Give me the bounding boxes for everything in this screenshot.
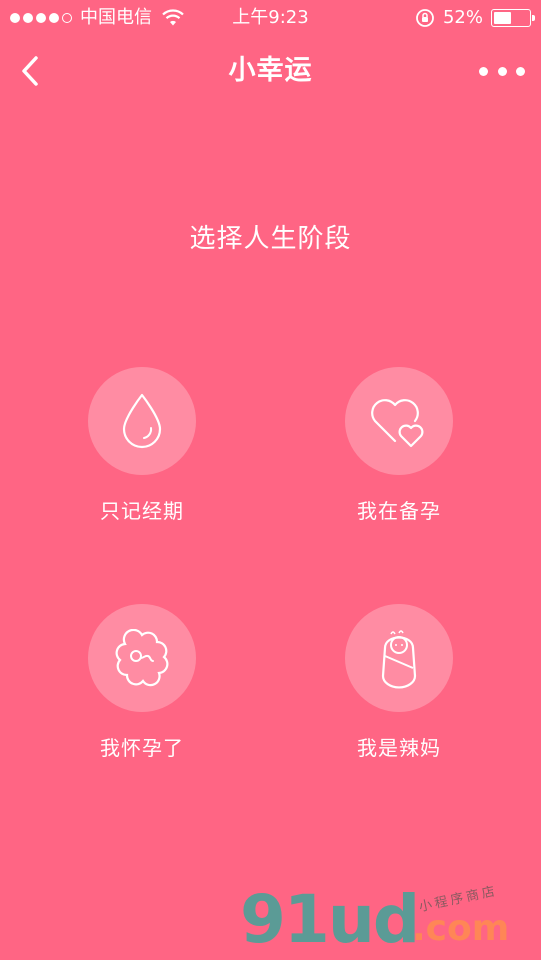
status-bar: 中国电信 上午9:23 52% xyxy=(0,0,541,36)
option-label: 我是辣妈 xyxy=(357,736,441,760)
nav-title: 小幸运 xyxy=(228,55,313,86)
swaddled-baby-icon xyxy=(381,630,417,689)
option-label: 只记经期 xyxy=(100,499,184,523)
watermark-text: 91ud xyxy=(240,881,420,958)
rotation-lock-icon xyxy=(416,9,434,27)
option-pregnant[interactable]: 我怀孕了 xyxy=(52,604,232,774)
battery-icon xyxy=(491,9,535,27)
page-heading: 选择人生阶段 xyxy=(189,224,352,254)
option-label: 我在备孕 xyxy=(357,499,441,523)
drop-icon xyxy=(122,393,162,449)
battery-percent: 52% xyxy=(442,7,483,28)
watermark-suffix: .com xyxy=(412,908,510,949)
nav-bar: 小幸运 xyxy=(0,36,541,106)
option-circle xyxy=(88,367,196,475)
more-button[interactable] xyxy=(479,58,525,84)
battery-fill xyxy=(494,12,511,24)
hearts-icon xyxy=(371,399,424,448)
option-circle xyxy=(88,604,196,712)
watermark-logo: 91ud 小程序商店 .com xyxy=(240,880,540,960)
flower-embryo-icon xyxy=(115,629,169,687)
option-label: 我怀孕了 xyxy=(100,736,184,760)
option-circle xyxy=(345,367,453,475)
status-right: 52% xyxy=(415,0,535,36)
option-new-mom[interactable]: 我是辣妈 xyxy=(309,604,489,774)
option-trying-to-conceive[interactable]: 我在备孕 xyxy=(309,367,489,537)
option-circle xyxy=(345,604,453,712)
more-dots-icon xyxy=(479,66,488,76)
option-period-only[interactable]: 只记经期 xyxy=(52,367,232,537)
